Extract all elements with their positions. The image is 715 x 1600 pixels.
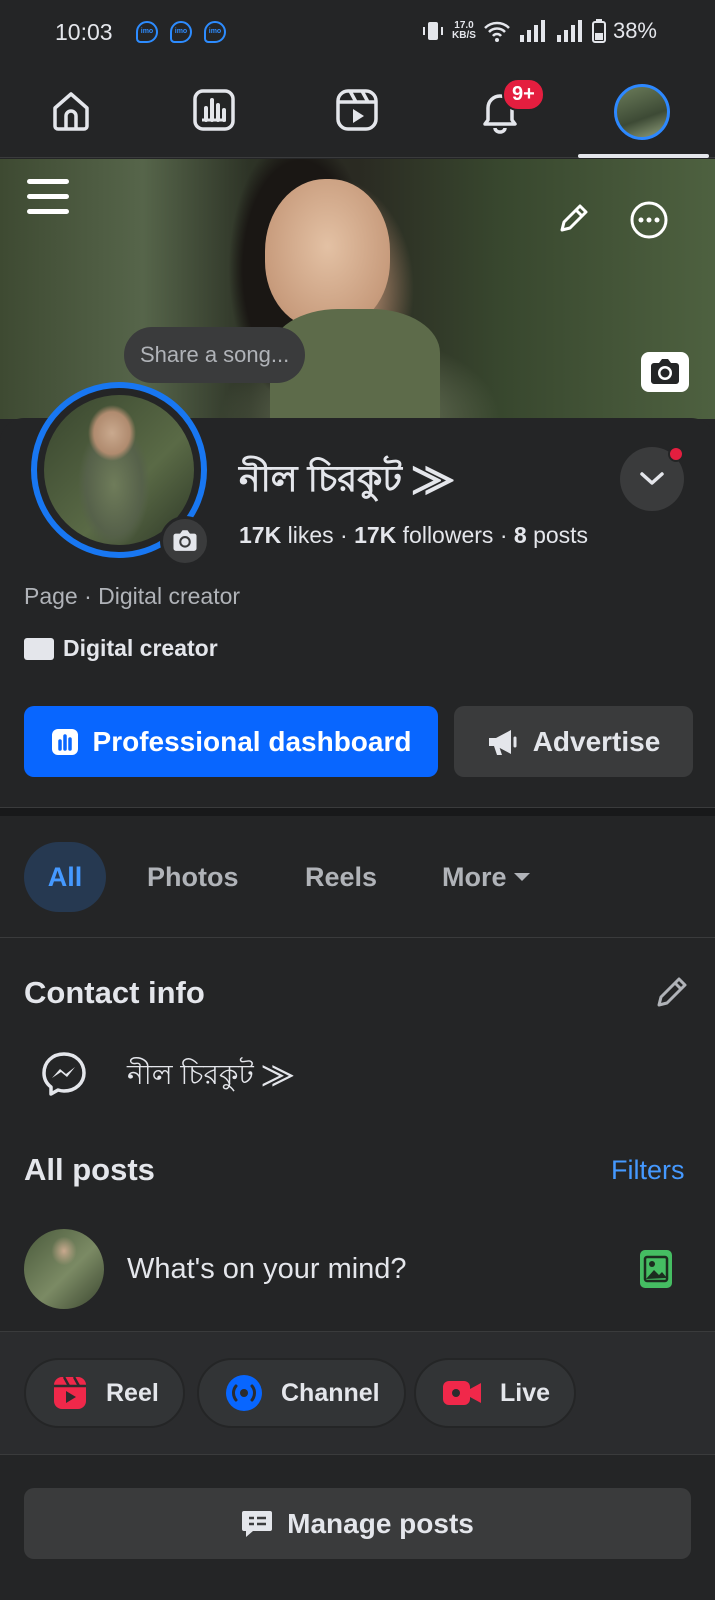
edit-pencil-icon[interactable]: [556, 200, 592, 236]
page-type: Page · Digital creator: [24, 583, 241, 609]
manage-posts-icon: [242, 1510, 273, 1537]
channel-icon: [226, 1375, 262, 1411]
more-options-icon[interactable]: [629, 200, 669, 240]
page-category: Digital creator: [24, 635, 218, 662]
edit-contact-pencil-icon[interactable]: [654, 974, 690, 1010]
professional-dashboard-button[interactable]: Professional dashboard: [24, 706, 438, 777]
wifi-icon: [484, 21, 510, 42]
imo-notification-icon: imo: [204, 21, 226, 43]
profile-camera-icon[interactable]: [160, 516, 210, 566]
content-filter-tabs: All Photos Reels More: [0, 816, 715, 938]
active-tab-indicator: [578, 154, 709, 158]
page-name: নীল চিরকুট ⨠: [239, 458, 454, 499]
megaphone-icon: [488, 729, 517, 755]
battery-level: 38%: [612, 18, 657, 43]
imo-notification-icon: imo: [136, 21, 158, 43]
battery-icon: [591, 19, 606, 43]
channel-button[interactable]: Channel: [197, 1358, 406, 1428]
filter-tab-more[interactable]: More: [442, 842, 531, 912]
chevron-down-icon: [640, 472, 664, 485]
reel-button[interactable]: Reel: [24, 1358, 185, 1428]
post-type-actions: Reel Channel Live: [0, 1332, 715, 1455]
imo-notification-icon: imo: [170, 21, 192, 43]
reel-icon: [54, 1376, 86, 1409]
cover-photo[interactable]: [0, 159, 715, 419]
page-stats: 17K likes · 17K followers · 8 posts: [239, 522, 589, 548]
status-bar: 10:03 imo imo imo 17.0 KB/S 38%: [0, 0, 715, 62]
unread-dot: [668, 446, 684, 462]
advertise-button[interactable]: Advertise: [454, 706, 693, 777]
all-posts-heading: All posts: [24, 1152, 155, 1187]
live-button[interactable]: Live: [414, 1358, 577, 1428]
messenger-contact-name[interactable]: নীল চিরকুট ⨠: [127, 1053, 294, 1100]
live-video-icon: [443, 1381, 481, 1405]
photo-icon[interactable]: [640, 1250, 672, 1288]
reels-icon: [336, 89, 378, 131]
composer-input[interactable]: What's on your mind?: [127, 1253, 407, 1286]
messenger-icon: [42, 1052, 86, 1096]
status-time: 10:03: [55, 19, 113, 45]
status-right: 17.0 KB/S 38%: [421, 18, 657, 44]
signal-icon: [556, 20, 582, 42]
filter-tab-reels[interactable]: Reels: [305, 842, 377, 912]
signal-icon: [519, 20, 545, 42]
dashboard-icon: [51, 728, 78, 755]
tab-profile-avatar[interactable]: [614, 84, 670, 140]
net-speed: 17.0 KB/S: [452, 20, 476, 41]
top-tab-bar: 9+: [0, 62, 715, 158]
filter-tab-photos[interactable]: Photos: [147, 842, 239, 912]
cover-camera-icon[interactable]: [641, 352, 689, 392]
notification-badge: 9+: [502, 78, 545, 111]
home-icon: [53, 92, 89, 131]
filter-tab-all[interactable]: All: [24, 842, 106, 912]
tab-home[interactable]: [41, 82, 101, 138]
contact-info-heading: Contact info: [24, 975, 205, 1010]
vibrate-icon: [423, 22, 444, 40]
dashboard-icon: [193, 89, 235, 131]
tab-reels[interactable]: [327, 82, 387, 138]
menu-icon[interactable]: [27, 179, 69, 215]
caret-down-icon: [513, 873, 530, 881]
tab-dashboard[interactable]: [184, 82, 244, 138]
composer-avatar[interactable]: [24, 1229, 104, 1309]
share-song-bubble[interactable]: Share a song...: [124, 327, 306, 383]
filters-link[interactable]: Filters: [611, 1155, 685, 1186]
clapperboard-icon: [24, 637, 54, 660]
section-divider: [0, 808, 715, 816]
manage-posts-button[interactable]: Manage posts: [24, 1488, 691, 1559]
